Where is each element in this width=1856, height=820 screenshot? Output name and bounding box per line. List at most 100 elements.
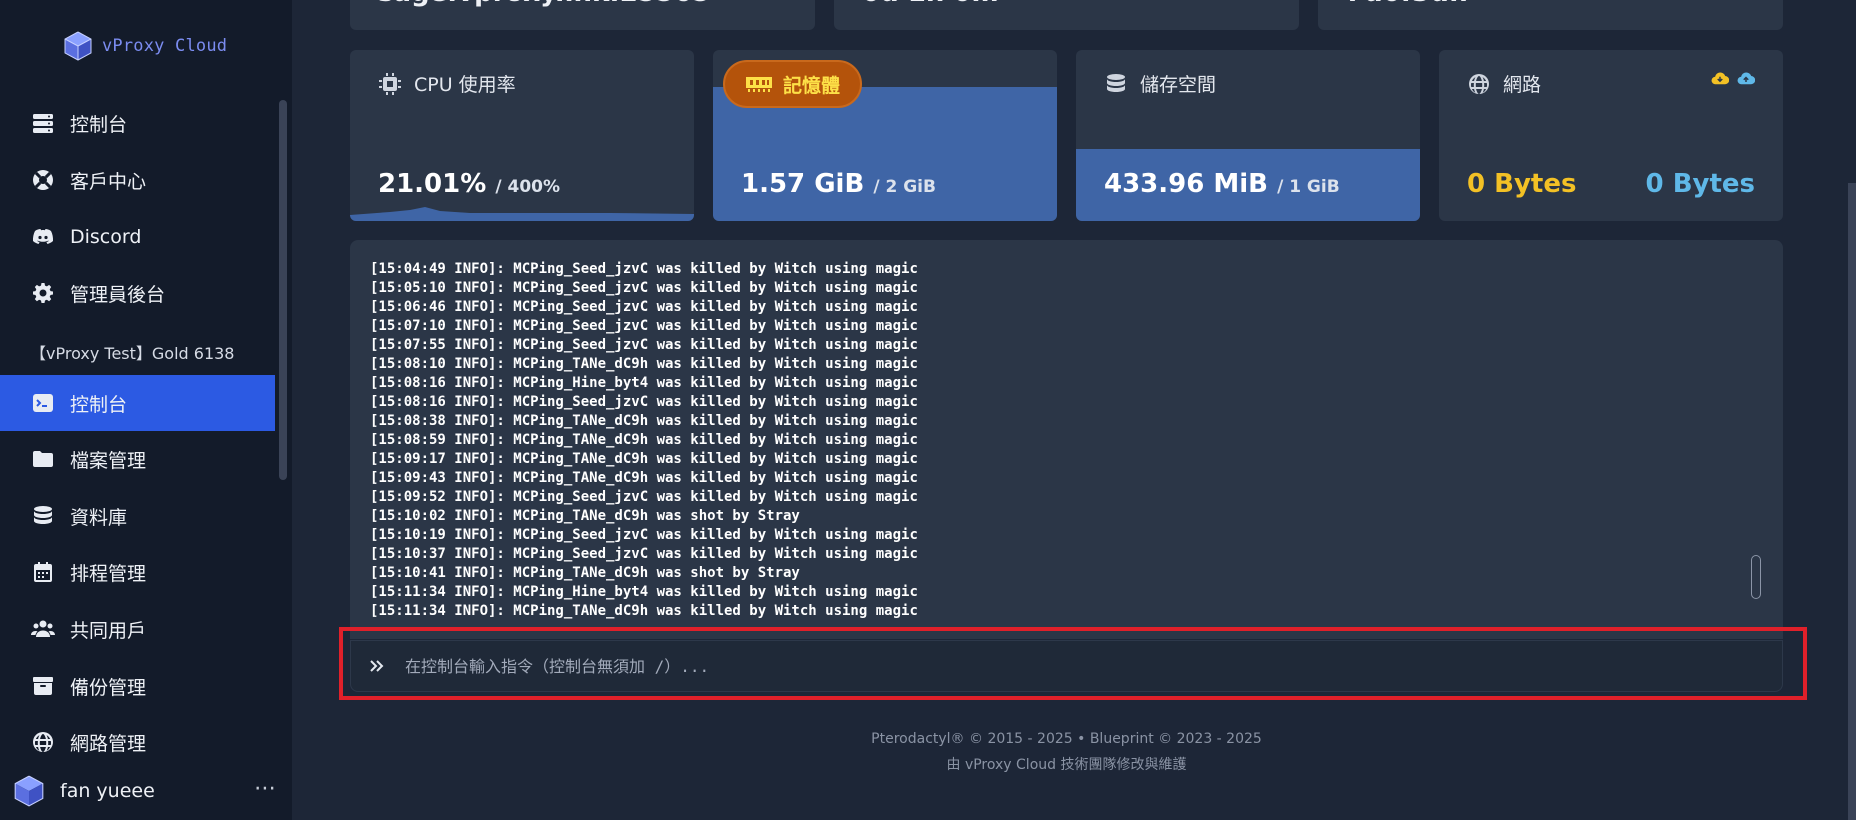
- sidebar-item-label: Discord: [70, 226, 142, 248]
- console-output[interactable]: [15:04:49 INFO]: MCPing_Seed_jzvC was ki…: [350, 240, 1783, 639]
- sidebar-item-files[interactable]: 檔案管理: [0, 431, 275, 487]
- console-log: [15:04:49 INFO]: MCPing_Seed_jzvC was ki…: [370, 260, 1743, 621]
- archive-icon: [30, 673, 56, 699]
- server-address: sage.vproxy.ink:25565: [378, 0, 710, 8]
- sidebar-item-backups[interactable]: 備份管理: [0, 658, 275, 714]
- memory-usage-current: 1.57 GiB: [741, 169, 865, 199]
- sidebar-item-client-center[interactable]: 客戶中心: [0, 152, 275, 208]
- sidebar-item-schedules[interactable]: 排程管理: [0, 544, 275, 600]
- console-line: [15:11:34 INFO]: MCPing_Hine_byt4 was ki…: [370, 584, 918, 600]
- cpu-usage-current: 21.01%: [378, 169, 487, 199]
- server-id-card: 7d0f3dff: [1318, 0, 1783, 30]
- network-usage-label: 網路: [1503, 74, 1542, 96]
- more-options-icon[interactable]: ⋯: [254, 776, 277, 801]
- sidebar-item-label: 共同用戶: [70, 619, 147, 642]
- memory-usage-card: 記憶體 1.57 GiB / 2 GiB: [713, 50, 1057, 221]
- lifebuoy-icon: [30, 167, 56, 193]
- page-scrollbar[interactable]: [1848, 183, 1856, 820]
- cpu-usage-label: CPU 使用率: [414, 74, 516, 96]
- cloud-download-icon: [1711, 72, 1729, 85]
- console-line: [15:08:16 INFO]: MCPing_Seed_jzvC was ki…: [370, 394, 918, 410]
- console-line: [15:07:10 INFO]: MCPing_Seed_jzvC was ki…: [370, 318, 918, 334]
- storage-usage-value: 433.96 MiB / 1 GiB: [1104, 169, 1340, 199]
- console-line: [15:08:10 INFO]: MCPing_TANe_dC9h was ki…: [370, 356, 918, 372]
- folder-icon: [30, 446, 56, 472]
- server-name-label: 【vProxy Test】Gold 6138: [30, 344, 235, 363]
- footer-credit: 由 vProxy Cloud 技術團隊修改與維護: [946, 757, 1187, 773]
- server-icon: [30, 110, 56, 136]
- storage-usage-label: 儲存空間: [1140, 74, 1217, 96]
- globe-icon: [1469, 73, 1489, 94]
- console-line: [15:08:59 INFO]: MCPing_TANe_dC9h was ki…: [370, 432, 918, 448]
- sidebar-item-console[interactable]: 控制台: [0, 375, 275, 431]
- terminal-icon: [30, 390, 56, 416]
- brand-logo[interactable]: vProxy Cloud: [62, 28, 227, 64]
- sidebar-item-discord[interactable]: Discord: [0, 209, 275, 265]
- console-line: [15:06:46 INFO]: MCPing_Seed_jzvC was ki…: [370, 299, 918, 315]
- console-line: [15:07:55 INFO]: MCPing_Seed_jzvC was ki…: [370, 337, 918, 353]
- storage-usage-card: 儲存空間 433.96 MiB / 1 GiB: [1076, 50, 1420, 221]
- sidebar-item-network[interactable]: 網路管理: [0, 714, 275, 770]
- database-icon: [30, 503, 56, 529]
- network-usage-card: 網路 0 Bytes 0 Bytes: [1439, 50, 1783, 221]
- storage-usage-header: 儲存空間: [1104, 70, 1216, 97]
- console-line: [15:10:19 INFO]: MCPing_Seed_jzvC was ki…: [370, 527, 918, 543]
- database-icon: [1107, 73, 1125, 92]
- sidebar-item-databases[interactable]: 資料庫: [0, 488, 275, 544]
- console-line: [15:10:41 INFO]: MCPing_TANe_dC9h was sh…: [370, 565, 800, 581]
- console-line: [15:08:16 INFO]: MCPing_Hine_byt4 was ki…: [370, 375, 918, 391]
- uptime-value: 0d 1h 0m: [862, 0, 999, 8]
- server-address-card[interactable]: sage.vproxy.ink:25565: [350, 0, 815, 30]
- user-name: fan yueee: [60, 780, 155, 802]
- sidebar-item-label: 備份管理: [70, 676, 147, 699]
- console-line: [15:10:02 INFO]: MCPing_TANe_dC9h was sh…: [370, 508, 800, 524]
- avatar: [14, 775, 44, 807]
- sidebar-scrollbar[interactable]: [279, 100, 287, 480]
- console-scrollbar[interactable]: [1751, 555, 1761, 599]
- sidebar-item-label: 客戶中心: [70, 170, 147, 193]
- sidebar-item-users[interactable]: 共同用戶: [0, 601, 275, 657]
- network-outbound: 0 Bytes: [1645, 169, 1755, 199]
- sidebar: vProxy Cloud 控制台 客戶中心 Discord 管理員後台 【vPr…: [0, 0, 292, 820]
- console-line: [15:05:10 INFO]: MCPing_Seed_jzvC was ki…: [370, 280, 918, 296]
- users-icon: [30, 616, 56, 642]
- uptime-card: 0d 1h 0m: [834, 0, 1299, 30]
- sidebar-item-label: 檔案管理: [70, 449, 147, 472]
- sidebar-item-label: 控制台: [70, 113, 128, 136]
- cpu-icon: [379, 72, 401, 95]
- console-line: [15:11:34 INFO]: MCPing_TANe_dC9h was ki…: [370, 603, 918, 619]
- sidebar-item-label: 排程管理: [70, 562, 147, 585]
- sidebar-item-admin[interactable]: 管理員後台: [0, 265, 275, 321]
- sidebar-item-label: 控制台: [70, 393, 128, 416]
- sidebar-item-dashboard[interactable]: 控制台: [0, 95, 275, 151]
- console-line: [15:04:49 INFO]: MCPing_Seed_jzvC was ki…: [370, 261, 918, 277]
- sidebar-item-label: 管理員後台: [70, 283, 166, 306]
- memory-usage-value: 1.57 GiB / 2 GiB: [741, 169, 936, 199]
- console-command-bar: [350, 640, 1783, 692]
- globe-icon: [30, 729, 56, 755]
- cpu-usage-limit: / 400%: [495, 177, 561, 197]
- memory-usage-label: 記憶體: [783, 74, 841, 97]
- footer-copyright: Pterodactyl® © 2015 - 2025 • Blueprint ©…: [871, 731, 1262, 747]
- cpu-usage-sparkline: [350, 207, 694, 221]
- memory-chip-icon: [746, 77, 772, 92]
- network-usage-header: 網路: [1467, 70, 1541, 97]
- discord-icon: [30, 224, 56, 250]
- brand-name: vProxy Cloud: [102, 36, 228, 56]
- cloud-upload-icon: [1737, 72, 1755, 85]
- memory-badge: 記憶體: [723, 60, 863, 108]
- network-inbound: 0 Bytes: [1467, 169, 1577, 199]
- console-command-input[interactable]: [405, 646, 1782, 686]
- console-line: [15:09:17 INFO]: MCPing_TANe_dC9h was ki…: [370, 451, 918, 467]
- storage-usage-limit: / 1 GiB: [1277, 177, 1340, 197]
- storage-usage-current: 433.96 MiB: [1104, 169, 1268, 199]
- gear-icon: [30, 280, 56, 306]
- memory-usage-limit: / 2 GiB: [873, 177, 936, 197]
- cpu-usage-header: CPU 使用率: [378, 70, 516, 97]
- network-indicators: [1711, 70, 1755, 88]
- cube-logo-icon: [64, 31, 92, 61]
- sidebar-item-label: 資料庫: [70, 506, 128, 529]
- user-menu[interactable]: fan yueee ⋯: [12, 770, 277, 812]
- cpu-usage-card: CPU 使用率 21.01% / 400%: [350, 50, 694, 221]
- sidebar-item-label: 網路管理: [70, 732, 147, 755]
